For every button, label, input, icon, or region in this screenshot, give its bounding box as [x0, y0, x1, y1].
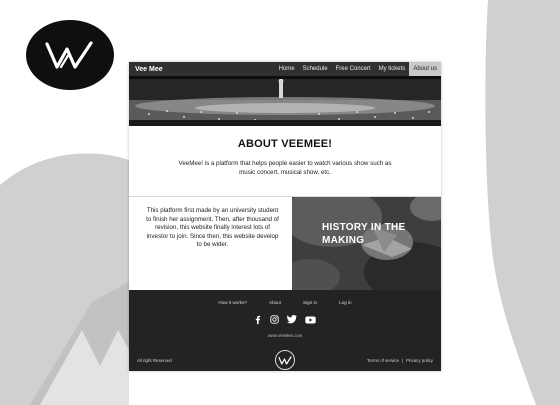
- nav-schedule[interactable]: Schedule: [299, 62, 332, 76]
- navbar: Vee Mee Home Schedule Free Concert My ti…: [129, 62, 441, 76]
- logo-mark-icon: [45, 41, 93, 69]
- footer-bottom: All right Reserved Terms of service | Pr…: [137, 350, 433, 370]
- footer-link-about[interactable]: About: [269, 300, 281, 305]
- concert-crowd-image: [129, 76, 441, 126]
- nav-my-tickets[interactable]: My tickets: [375, 62, 410, 76]
- about-section: ABOUT VEEMEE! VeeMee! is a platform that…: [129, 126, 441, 197]
- footer-url[interactable]: www.VeeMee.com: [129, 333, 441, 338]
- twitter-icon[interactable]: [287, 315, 297, 324]
- facebook-icon[interactable]: [254, 315, 262, 324]
- youtube-icon[interactable]: [305, 315, 316, 324]
- brand-logo: [26, 20, 114, 90]
- nav-home[interactable]: Home: [275, 62, 299, 76]
- footer: How it works? About Sign in Log in www.V…: [129, 290, 441, 371]
- footer-link-sign-in[interactable]: Sign in: [303, 300, 317, 305]
- nav-brand[interactable]: Vee Mee: [135, 66, 163, 73]
- history-section: This platform first made by an universit…: [129, 197, 441, 290]
- footer-logo[interactable]: [275, 350, 295, 370]
- nav-about-us[interactable]: About us: [409, 62, 441, 76]
- privacy-policy-link[interactable]: Privacy policy: [406, 358, 433, 363]
- history-title-line1: HISTORY IN THE: [322, 222, 406, 233]
- history-title-line2: MAKING: [322, 235, 365, 246]
- website-mockup: Vee Mee Home Schedule Free Concert My ti…: [129, 62, 441, 371]
- footer-link-how-it-works[interactable]: How it works?: [218, 300, 247, 305]
- history-text-panel: This platform first made by an universit…: [129, 197, 292, 290]
- bg-shape-right: [485, 0, 560, 405]
- footer-links: How it works? About Sign in Log in: [129, 300, 441, 305]
- social-icons: [129, 315, 441, 324]
- about-description: VeeMee! is a platform that helps people …: [178, 160, 392, 176]
- about-title: ABOUT VEEMEE!: [237, 138, 333, 150]
- footer-link-log-in[interactable]: Log in: [339, 300, 352, 305]
- instagram-icon[interactable]: [270, 315, 279, 324]
- footer-logo-mark-icon: [278, 355, 292, 365]
- history-image-panel: HISTORY IN THE MAKING: [292, 197, 441, 290]
- legal-divider: |: [402, 357, 404, 363]
- hero-concert-image: [129, 76, 441, 126]
- terms-of-service-link[interactable]: Terms of service: [367, 358, 399, 363]
- copyright-text: All right Reserved: [137, 357, 172, 363]
- nav-links: Home Schedule Free Concert My tickets Ab…: [275, 62, 441, 76]
- legal-links: Terms of service | Privacy policy: [343, 358, 433, 363]
- history-description: This platform first made by an universit…: [146, 207, 279, 249]
- nav-free-concert[interactable]: Free Concert: [332, 62, 375, 76]
- history-title: HISTORY IN THE MAKING: [322, 221, 405, 247]
